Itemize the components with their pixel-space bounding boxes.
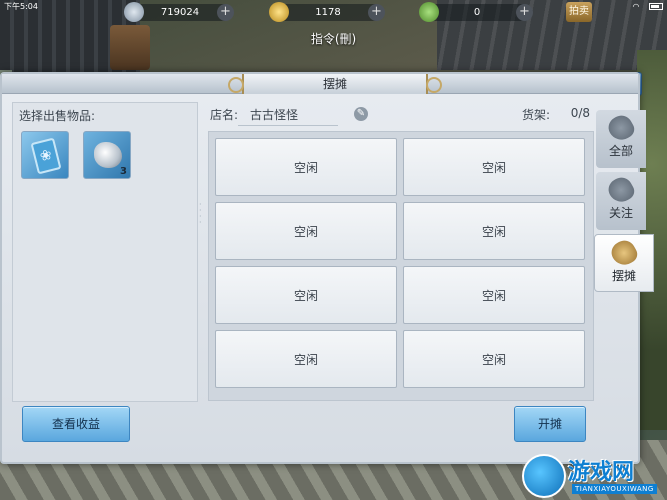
stall-slot[interactable]: 空闲 bbox=[215, 330, 397, 388]
watermark-subtext: TIANXIAYOUXIWANG bbox=[572, 484, 657, 494]
feather-icon bbox=[607, 236, 641, 270]
stall-slot[interactable]: 空闲 bbox=[215, 266, 397, 324]
add-gold-button[interactable]: + bbox=[368, 4, 385, 21]
stall-slot[interactable]: 空闲 bbox=[403, 266, 585, 324]
divider-handle: · · · · bbox=[199, 200, 202, 227]
watermark-logo bbox=[522, 454, 566, 498]
inventory-item-slot[interactable]: ❀ bbox=[21, 131, 69, 179]
tab-label: 全部 bbox=[608, 144, 633, 158]
shop-name-input[interactable]: 古古怪怪 bbox=[250, 106, 298, 123]
currency-gold: 1178 + bbox=[269, 2, 385, 22]
watermark: 游戏网 TIANXIAYOUXIWANG bbox=[522, 452, 667, 500]
stall-slot[interactable]: 空闲 bbox=[215, 138, 397, 196]
select-items-label: 选择出售物品: bbox=[19, 109, 96, 123]
currency-value: 1178 bbox=[315, 7, 341, 18]
command-title: 指令(刪) bbox=[310, 32, 357, 46]
jade-icon bbox=[419, 2, 439, 22]
tab-all[interactable]: 全部 bbox=[596, 110, 646, 168]
item-selection-area: 选择出售物品: ❀ 3 bbox=[12, 102, 198, 402]
feather-icon bbox=[604, 111, 638, 145]
wifi-icon: ◠ bbox=[632, 2, 642, 11]
shelf-label: 货架: bbox=[521, 108, 550, 122]
feather-icon bbox=[604, 173, 638, 207]
currency-value: 0 bbox=[473, 7, 481, 18]
stall-slot[interactable]: 空闲 bbox=[215, 202, 397, 260]
edit-icon[interactable]: ✎ bbox=[354, 107, 368, 121]
battery-icon bbox=[649, 3, 663, 10]
tab-label: 关注 bbox=[608, 206, 633, 220]
inventory-item-slot[interactable]: 3 bbox=[83, 131, 131, 179]
add-jade-button[interactable]: + bbox=[516, 4, 533, 21]
shelf-count: 0/8 bbox=[570, 106, 590, 120]
currency-jade: 0 + bbox=[419, 2, 533, 22]
shop-name-label: 店名: bbox=[210, 108, 239, 122]
stall-slot[interactable]: 空闲 bbox=[403, 330, 585, 388]
item-count: 3 bbox=[120, 166, 127, 177]
silver-coin-icon bbox=[124, 2, 144, 22]
status-time: 下午5:04 bbox=[4, 2, 38, 11]
watermark-text: 游戏网 bbox=[568, 460, 635, 485]
tab-label: 摆摊 bbox=[611, 269, 636, 283]
view-earnings-button[interactable]: 查看收益 bbox=[22, 406, 130, 442]
stall-slot[interactable]: 空闲 bbox=[403, 202, 585, 260]
add-silver-button[interactable]: + bbox=[217, 4, 234, 21]
currency-silver: 719024 + bbox=[124, 2, 234, 22]
tab-follow[interactable]: 关注 bbox=[596, 172, 646, 230]
status-icons: ◠ bbox=[632, 0, 663, 14]
stall-slot[interactable]: 空闲 bbox=[403, 138, 585, 196]
ore-crystal-icon bbox=[94, 142, 122, 168]
panel-title: 摆摊 bbox=[228, 74, 442, 94]
shop-name-underline bbox=[238, 125, 338, 126]
shop-name-row: 店名: 古古怪怪 ✎ 货架: 0/8 bbox=[210, 106, 590, 124]
panel-header: 摆摊 bbox=[2, 74, 638, 94]
tab-stall[interactable]: 摆摊 bbox=[594, 234, 654, 292]
gold-coin-icon bbox=[269, 2, 289, 22]
jade-tablet-icon: ❀ bbox=[30, 137, 62, 175]
auction-button[interactable]: 拍卖 bbox=[566, 2, 592, 22]
open-stall-button[interactable]: 开摊 bbox=[514, 406, 586, 442]
stall-slot-grid: 空闲 空闲 空闲 空闲 空闲 空闲 空闲 空闲 bbox=[208, 131, 594, 401]
